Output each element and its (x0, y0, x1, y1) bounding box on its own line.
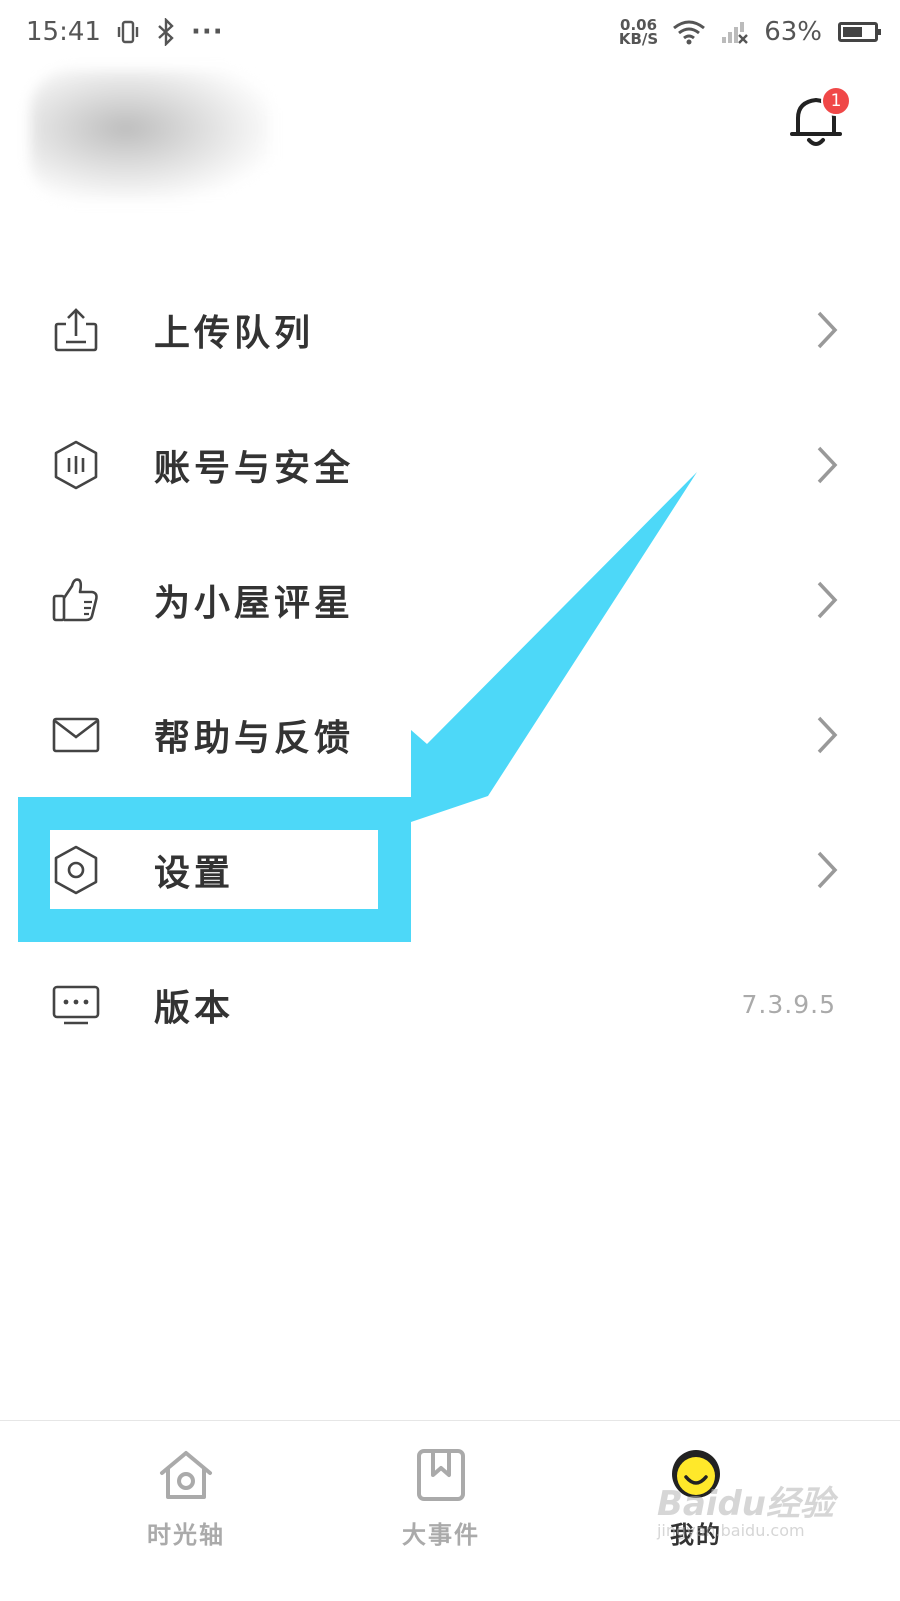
signal-icon (722, 22, 749, 44)
menu-item-help-feedback[interactable]: 帮助与反馈 (0, 667, 900, 802)
thumbs-up-icon (52, 577, 98, 621)
status-more: ··· (190, 17, 224, 47)
battery-icon (838, 22, 881, 42)
status-right: 0.06 KB/S 63% (618, 17, 881, 48)
menu-label: 为小屋评星 (154, 581, 355, 624)
menu-label: 帮助与反馈 (154, 716, 355, 759)
shield-icon (54, 440, 98, 489)
notification-badge: 1 (821, 86, 851, 116)
tab-label: 时光轴 (147, 1520, 225, 1549)
menu-item-rate-app[interactable]: 为小屋评星 (0, 532, 900, 667)
net-speed-unit: KB/S (618, 30, 659, 48)
version-number: 7.3.9.5 (741, 990, 836, 1019)
blurred-profile[interactable] (30, 70, 270, 200)
chevron-right-icon (817, 311, 838, 348)
tab-events[interactable]: 大事件 (341, 1421, 541, 1601)
chevron-right-icon (817, 851, 838, 888)
status-time: 15:41 (26, 17, 101, 47)
net-speed: 0.06 KB/S (618, 18, 659, 48)
status-left: 15:41 ··· (26, 17, 224, 47)
status-bar: 15:41 ··· 0.06 KB/S 63% (0, 0, 900, 64)
menu-item-settings[interactable]: 设置 (0, 802, 900, 937)
settings-icon (54, 845, 98, 894)
chevron-right-icon (817, 446, 838, 483)
menu-label: 账号与安全 (154, 446, 355, 489)
mail-icon (52, 717, 100, 752)
bookmark-icon (417, 1449, 465, 1501)
wifi-icon (673, 20, 706, 45)
menu-label: 上传队列 (154, 311, 315, 354)
chevron-right-icon (817, 581, 838, 618)
menu-label: 版本 (154, 986, 235, 1029)
battery-fill (843, 27, 862, 37)
tab-timeline[interactable]: 时光轴 (86, 1421, 286, 1601)
watermark: Baidu经验 jingyan.baidu.com (657, 1476, 834, 1540)
menu-item-account-security[interactable]: 账号与安全 (0, 397, 900, 532)
monitor-icon (52, 985, 100, 1024)
bluetooth-icon (158, 18, 174, 46)
home-icon (160, 1451, 212, 1499)
chevron-right-icon (817, 716, 838, 753)
tab-label: 大事件 (402, 1520, 480, 1549)
watermark-brand: Baidu经验 (656, 1484, 834, 1524)
battery-percent: 63% (764, 17, 822, 47)
menu-item-upload-queue[interactable]: 上传队列 (0, 262, 900, 397)
upload-icon (54, 307, 98, 351)
menu-label: 设置 (154, 851, 235, 894)
menu-list: 上传队列 账号与安全 为小屋评星 帮助与反馈 设置 版本 7.3.9.5 (0, 262, 900, 1072)
vibrate-icon (117, 20, 139, 44)
menu-item-version[interactable]: 版本 7.3.9.5 (0, 937, 900, 1072)
